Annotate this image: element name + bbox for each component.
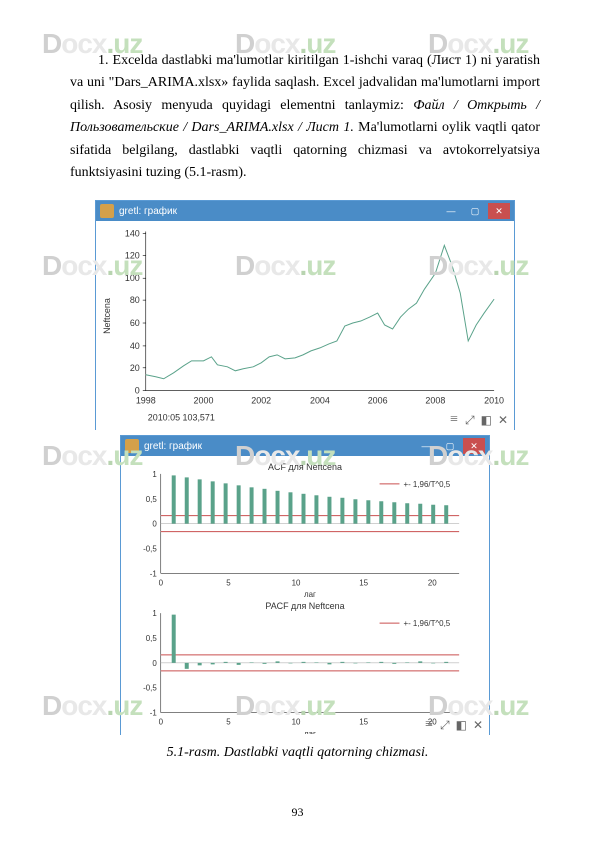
y-axis-ticks: 0 20 40 60 80 100 120 140 <box>125 228 140 395</box>
svg-text:15: 15 <box>359 718 368 727</box>
svg-text:20: 20 <box>130 363 140 373</box>
close-chart-icon[interactable]: ✕ <box>498 413 508 428</box>
minimize-button[interactable]: — <box>440 203 462 219</box>
svg-text:1: 1 <box>152 470 157 479</box>
svg-text:15: 15 <box>359 578 368 587</box>
cursor-readout: 2010:05 103,571 <box>148 413 215 423</box>
line-chart-area: 0 20 40 60 80 100 120 140 1998 2000 2002 <box>96 221 514 431</box>
zoom-icon[interactable]: ⤢ <box>465 413 475 428</box>
svg-text:60: 60 <box>130 318 140 328</box>
svg-text:0,5: 0,5 <box>146 634 158 643</box>
acf-title: ACF для Neftcena <box>268 462 342 472</box>
menu-icon[interactable]: ≡ <box>425 717 434 733</box>
svg-text:-0,5: -0,5 <box>143 684 157 693</box>
svg-text:0: 0 <box>159 718 164 727</box>
menu-icon[interactable]: ≡ <box>450 412 459 428</box>
svg-text:10: 10 <box>292 718 301 727</box>
page-number: 93 <box>0 805 595 820</box>
chart-toolbar: ≡ ⤢ ◧ ✕ <box>450 412 508 428</box>
svg-text:2004: 2004 <box>310 396 330 406</box>
chart-toolbar: ≡ ⤢ ◧ ✕ <box>425 717 483 733</box>
svg-text:-1: -1 <box>150 569 158 578</box>
svg-text:5: 5 <box>226 718 231 727</box>
svg-text:0: 0 <box>159 578 164 587</box>
svg-text:120: 120 <box>125 250 140 260</box>
svg-text:0: 0 <box>152 659 157 668</box>
svg-text:2000: 2000 <box>194 396 214 406</box>
svg-text:10: 10 <box>292 578 301 587</box>
close-button[interactable]: ✕ <box>488 203 510 219</box>
y-axis-label: Neftcena <box>102 298 112 334</box>
svg-text:-0,5: -0,5 <box>143 544 157 553</box>
svg-text:2008: 2008 <box>425 396 445 406</box>
svg-text:2006: 2006 <box>368 396 388 406</box>
close-chart-icon[interactable]: ✕ <box>473 718 483 733</box>
figure-caption: 5.1-rasm. Dastlabki vaqtli qatorning chi… <box>0 745 595 761</box>
ci-legend: +- 1,96/T^0,5 <box>403 480 450 489</box>
svg-text:2002: 2002 <box>251 396 271 406</box>
maximize-button[interactable]: ▢ <box>439 438 461 454</box>
svg-text:-1: -1 <box>150 709 158 718</box>
pacf-title: PACF для Neftcena <box>265 601 344 611</box>
window-title: gretl: график <box>119 206 440 217</box>
window-titlebar[interactable]: gretl: график — ▢ ✕ <box>121 436 489 456</box>
svg-text:40: 40 <box>130 341 140 351</box>
svg-text:2010: 2010 <box>484 396 504 406</box>
svg-text:1: 1 <box>152 609 157 618</box>
svg-text:0: 0 <box>152 520 157 529</box>
line-series <box>146 245 494 378</box>
gretl-line-chart-window: gretl: график — ▢ ✕ 0 20 40 60 80 100 12… <box>95 200 515 430</box>
svg-text:0: 0 <box>135 386 140 396</box>
svg-text:140: 140 <box>125 228 140 238</box>
gretl-icon <box>125 439 139 453</box>
body-text: 1. Excelda dastlabki ma'lumotlar kiritil… <box>70 50 540 186</box>
svg-text:20: 20 <box>428 578 437 587</box>
x-axis-ticks: 1998 2000 2002 2004 2006 2008 2010 <box>136 396 504 406</box>
export-icon[interactable]: ◧ <box>481 413 492 428</box>
minimize-button[interactable]: — <box>415 438 437 454</box>
zoom-icon[interactable]: ⤢ <box>440 718 450 733</box>
maximize-button[interactable]: ▢ <box>464 203 486 219</box>
acf-xlabel: лаг <box>304 590 316 599</box>
export-icon[interactable]: ◧ <box>456 718 467 733</box>
svg-text:0,5: 0,5 <box>146 495 158 504</box>
svg-text:80: 80 <box>130 295 140 305</box>
pacf-xlabel: лаг <box>304 729 316 734</box>
svg-text:100: 100 <box>125 273 140 283</box>
gretl-icon <box>100 204 114 218</box>
window-title: gretl: график <box>144 441 415 452</box>
svg-text:5: 5 <box>226 578 231 587</box>
close-button[interactable]: ✕ <box>463 438 485 454</box>
window-titlebar[interactable]: gretl: график — ▢ ✕ <box>96 201 514 221</box>
ci-legend: +- 1,96/T^0,5 <box>403 619 450 628</box>
acf-pacf-area: ACF для Neftcena 1 0,5 0 -0,5 -1 +- 1,96… <box>121 456 489 736</box>
svg-text:1998: 1998 <box>136 396 156 406</box>
gretl-acf-pacf-window: gretl: график — ▢ ✕ ACF для Neftcena 1 0… <box>120 435 490 735</box>
